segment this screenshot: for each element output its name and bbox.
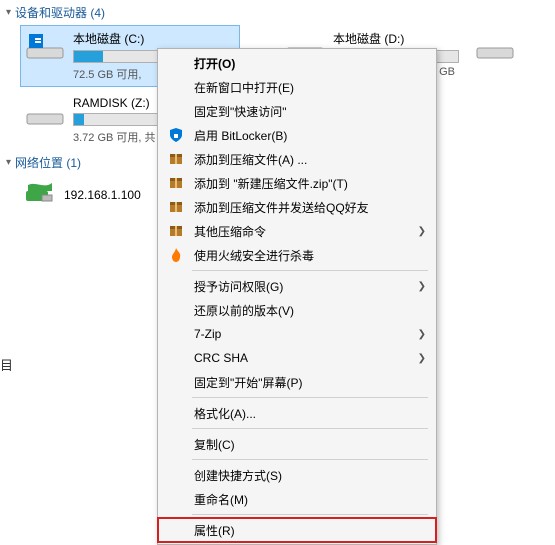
context-menu: 打开(O) 在新窗口中打开(E) 固定到"快速访问" 启用 BitLocker(… [157,48,437,545]
network-drive-icon [24,181,56,208]
separator [192,459,428,460]
ctx-7zip[interactable]: 7-Zip ❯ [158,322,436,346]
blank-icon [166,324,186,344]
ctx-crc-sha[interactable]: CRC SHA ❯ [158,346,436,370]
ctx-create-shortcut[interactable]: 创建快捷方式(S) [158,463,436,487]
section-header-devices[interactable]: ▾ 设备和驱动器 (4) [0,0,555,25]
ctx-add-zip[interactable]: 添加到 "新建压缩文件.zip"(T) [158,171,436,195]
submenu-arrow-icon: ❯ [418,329,426,340]
submenu-arrow-icon: ❯ [418,226,426,237]
blank-icon [166,53,186,73]
section-label: 设备和驱动器 (4) [15,4,105,21]
blank-icon [166,520,186,540]
ctx-properties[interactable]: 属性(R) [158,518,436,542]
separator [192,428,428,429]
blank-icon [166,77,186,97]
blank-icon [166,403,186,423]
ctx-restore-prev[interactable]: 还原以前的版本(V) [158,298,436,322]
drive-name: 本地磁盘 (C:) [73,30,235,47]
chevron-down-icon: ▾ [6,7,11,18]
blank-icon [166,489,186,509]
separator [192,514,428,515]
drive-icon [25,30,65,62]
separator [192,397,428,398]
archive-icon [166,173,186,193]
blank-icon [166,348,186,368]
archive-icon [166,197,186,217]
drive-icon [25,96,65,128]
blank-icon [166,465,186,485]
ctx-open-new-window[interactable]: 在新窗口中打开(E) [158,75,436,99]
truncated-left-text: 目 [0,355,13,374]
archive-icon [166,149,186,169]
archive-icon [166,221,186,241]
blank-icon [166,101,186,121]
ctx-add-send-qq[interactable]: 添加到压缩文件并发送给QQ好友 [158,195,436,219]
separator [192,270,428,271]
ctx-copy[interactable]: 复制(C) [158,432,436,456]
section-label: 网络位置 (1) [15,154,81,171]
ctx-pin-quick-access[interactable]: 固定到"快速访问" [158,99,436,123]
ctx-bitlocker[interactable]: 启用 BitLocker(B) [158,123,436,147]
ctx-rename[interactable]: 重命名(M) [158,487,436,511]
ctx-add-archive[interactable]: 添加到压缩文件(A) ... [158,147,436,171]
ctx-open[interactable]: 打开(O) [158,51,436,75]
ctx-other-zip[interactable]: 其他压缩命令 ❯ [158,219,436,243]
blank-icon [166,276,186,296]
blank-icon [166,372,186,392]
ctx-format[interactable]: 格式化(A)... [158,401,436,425]
chevron-down-icon: ▾ [6,157,11,168]
drive-name: 本地磁盘 (D:) [333,30,459,47]
shield-lock-icon [166,125,186,145]
ctx-grant-access[interactable]: 授予访问权限(G) ❯ [158,274,436,298]
flame-icon [166,245,186,265]
blank-icon [166,434,186,454]
ctx-huorong-av[interactable]: 使用火绒安全进行杀毒 [158,243,436,267]
blank-icon [166,300,186,320]
drive-icon [475,30,515,62]
network-label: 192.168.1.100 [64,188,141,202]
ctx-pin-start[interactable]: 固定到"开始"屏幕(P) [158,370,436,394]
submenu-arrow-icon: ❯ [418,353,426,364]
submenu-arrow-icon: ❯ [418,281,426,292]
